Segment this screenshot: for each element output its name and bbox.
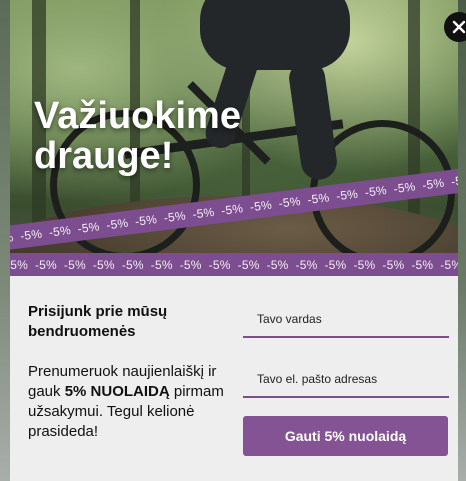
ribbon-discount-label: -5% [295, 258, 318, 272]
ribbon-discount-label: -5% [208, 258, 231, 272]
ribbon-discount-label: -5% [266, 258, 289, 272]
ribbon-discount-label: -5% [277, 193, 302, 211]
page-backdrop-left [0, 0, 10, 481]
ribbon-discount-label: -5% [179, 258, 202, 272]
ribbon-discount-label: -5% [34, 258, 57, 272]
get-discount-button[interactable]: Gauti 5% nuolaidą [243, 416, 448, 456]
ribbon-discount-label: -5% [324, 258, 347, 272]
ribbon-discount-label: -5% [421, 175, 446, 193]
ribbon-discount-label: -5% [76, 219, 101, 236]
signup-text: Prisijunk prie mūsų bendruomenės Prenume… [28, 302, 228, 442]
ribbon-discount-label: -5% [237, 258, 260, 272]
ribbon-discount-label: -5% [249, 197, 273, 215]
rider-leg [286, 58, 340, 182]
discount-ribbon: -5%-5%-5%-5%-5%-5%-5%-5%-5%-5%-5%-5%-5%-… [10, 253, 458, 276]
email-input[interactable] [243, 372, 449, 396]
hero-image: Važiuokime drauge! -5% -5% -5% -5% -5% -5% -5%… [10, 0, 458, 276]
ribbon-discount-label: -5% [364, 183, 388, 200]
signup-description: Prenumeruok naujienlaiškį ir gauk 5% NUO… [28, 362, 228, 442]
ribbon-discount-label: -5% [19, 226, 43, 244]
ribbon-discount-label: -5% [353, 258, 376, 272]
page-backdrop-right [458, 0, 466, 481]
ribbon-discount-label: -5% [10, 230, 15, 247]
newsletter-popup: Važiuokime drauge! -5% -5% -5% -5% -5% -5% -5%… [10, 0, 458, 481]
desc-discount-highlight: 5% NUOLAIDĄ [64, 383, 170, 400]
signup-title: Prisijunk prie mūsų bendruomenės [28, 303, 168, 340]
ribbon-discount-label: -5% [440, 258, 458, 272]
name-underline [243, 336, 449, 338]
ribbon-discount-label: -5% [191, 204, 216, 222]
close-icon [452, 20, 466, 34]
ribbon-discount-label: -5% [220, 201, 244, 218]
email-underline [243, 396, 449, 398]
ribbon-discount-label: -5% [335, 186, 359, 204]
headline-line-1: Važiuokime [34, 95, 241, 137]
ribbon-discount-label: -5% [306, 190, 331, 207]
ribbon-discount-label: -5% [134, 212, 158, 229]
ribbon-discount-label: -5% [92, 258, 115, 272]
ribbon-discount-label: -5% [392, 179, 417, 197]
email-field-wrapper [243, 370, 449, 398]
ribbon-discount-label: -5% [411, 258, 434, 272]
ribbon-discount-label: -5% [382, 258, 405, 272]
close-button[interactable] [444, 12, 466, 42]
name-input[interactable] [243, 312, 449, 336]
ribbon-discount-label: -5% [121, 258, 144, 272]
rider-body [200, 0, 350, 70]
hero-headline: Važiuokime drauge! [34, 96, 241, 176]
ribbon-discount-label: -5% [10, 258, 28, 272]
ribbon-discount-label: -5% [150, 258, 173, 272]
name-field-wrapper [243, 310, 449, 338]
ribbon-discount-label: -5% [450, 172, 458, 189]
ribbon-discount-label: -5% [105, 215, 130, 233]
ribbon-discount-label: -5% [63, 258, 86, 272]
ribbon-discount-label: -5% [48, 222, 72, 240]
headline-line-2: drauge! [34, 135, 174, 177]
ribbon-discount-label: -5% [162, 208, 187, 226]
